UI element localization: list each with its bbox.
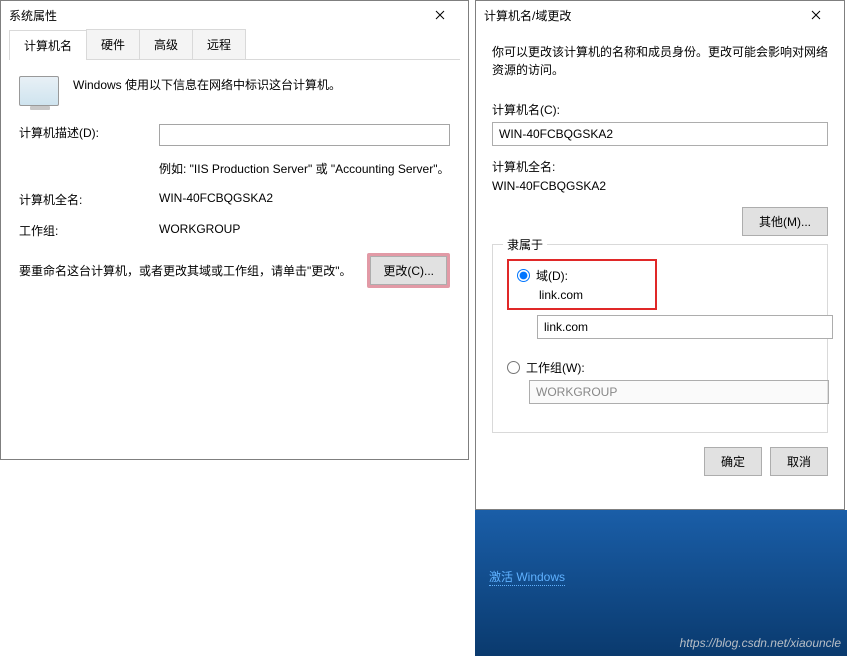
fullname-value: WIN-40FCBQGSKA2 [159,191,450,205]
desktop-background: 激活 Windows [475,510,847,656]
workgroup-radio[interactable] [507,361,520,374]
member-of-legend: 隶属于 [503,236,547,253]
tab-strip: 计算机名 硬件 高级 远程 [9,29,460,60]
computer-name-input[interactable] [492,122,828,146]
example-text: 例如: "IIS Production Server" 或 "Accountin… [159,160,450,177]
domain-value-preview: link.com [539,288,647,302]
cancel-button[interactable]: 取消 [770,447,828,476]
close-button[interactable] [796,1,836,29]
intro-text: Windows 使用以下信息在网络中标识这台计算机。 [73,76,341,93]
rename-text: 要重命名这台计算机，或者更改其域或工作组，请单击"更改"。 [19,262,367,279]
workgroup-label: 工作组: [19,222,159,239]
tab-advanced[interactable]: 高级 [139,29,193,59]
tab-remote[interactable]: 远程 [192,29,246,59]
activate-windows-link[interactable]: 激活 Windows [489,568,565,586]
workgroup-input [529,380,829,404]
full-name-value: WIN-40FCBQGSKA2 [492,179,828,193]
domain-highlight: 域(D): link.com [507,259,657,310]
tab-computer-name[interactable]: 计算机名 [9,30,87,60]
domain-radio-label: 域(D): [536,267,568,284]
change-button[interactable]: 更改(C)... [370,256,447,285]
titlebar: 计算机名/域更改 [476,1,844,29]
domain-input[interactable] [537,315,833,339]
description-input[interactable] [159,124,450,146]
window-title: 系统属性 [9,7,420,24]
titlebar: 系统属性 [1,1,468,29]
ok-button[interactable]: 确定 [704,447,762,476]
computer-name-label: 计算机名(C): [492,101,828,118]
workgroup-radio-label: 工作组(W): [526,359,585,376]
tab-hardware[interactable]: 硬件 [86,29,140,59]
workgroup-value: WORKGROUP [159,222,450,236]
domain-change-window: 计算机名/域更改 你可以更改该计算机的名称和成员身份。更改可能会影响对网络资源的… [475,0,845,510]
other-button[interactable]: 其他(M)... [742,207,828,236]
change-button-highlight: 更改(C)... [367,253,450,288]
fullname-label: 计算机全名: [19,191,159,208]
domain-radio[interactable] [517,269,530,282]
description-text: 你可以更改该计算机的名称和成员身份。更改可能会影响对网络资源的访问。 [492,43,828,79]
description-label: 计算机描述(D): [19,124,159,141]
computer-icon [19,76,59,106]
watermark-text: https://blog.csdn.net/xiaouncle [680,636,841,650]
member-of-group: 隶属于 域(D): link.com 工作组(W): [492,244,828,433]
window-title: 计算机名/域更改 [484,7,796,24]
system-properties-window: 系统属性 计算机名 硬件 高级 远程 Windows 使用以下信息在网络中标识这… [0,0,469,460]
close-button[interactable] [420,1,460,29]
full-name-label: 计算机全名: [492,158,828,175]
